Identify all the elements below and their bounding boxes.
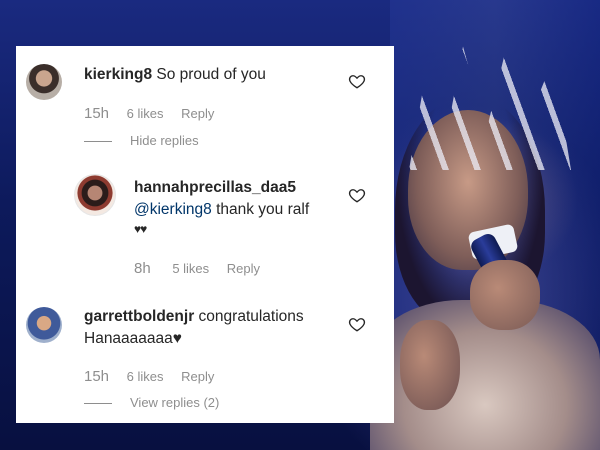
comment-emoji: ♥♥ <box>134 222 147 236</box>
avatar[interactable] <box>74 174 116 216</box>
avatar[interactable] <box>26 64 62 100</box>
heart-outline-icon[interactable] <box>348 72 366 90</box>
performer-hand-left <box>400 320 460 410</box>
avatar[interactable] <box>26 307 62 343</box>
comment-text: @kierking8 thank you ralf <box>134 201 309 219</box>
comment-username[interactable]: kierking8 <box>84 66 152 83</box>
heart-outline-icon[interactable] <box>348 315 366 333</box>
comment-body: thank you ralf <box>216 201 310 218</box>
heart-outline-icon[interactable] <box>348 186 366 204</box>
view-replies-button[interactable]: View replies (2) <box>84 395 219 410</box>
comment-text: kierking8 So proud of you <box>84 66 266 84</box>
divider-line <box>84 403 112 405</box>
comment-username[interactable]: hannahprecillas_daa5 <box>134 179 296 196</box>
divider-line <box>84 141 112 143</box>
replies-toggle-label: View replies (2) <box>130 395 220 410</box>
mention-link[interactable]: @kierking8 <box>134 201 212 218</box>
comment-text: garrettboldenjr congratulations <box>84 308 304 326</box>
replies-toggle-label: Hide replies <box>130 133 199 148</box>
comment-username-line: hannahprecillas_daa5 <box>134 179 296 197</box>
reply-button[interactable]: Reply <box>181 369 214 384</box>
comment-meta: 8h 5 likes Reply <box>134 260 260 277</box>
likes-count[interactable]: 6 likes <box>127 369 164 384</box>
comment-username[interactable]: garrettboldenjr <box>84 308 194 325</box>
comment-time: 15h <box>84 368 110 385</box>
comment-time: 15h <box>84 105 110 122</box>
comment-body: congratulations <box>198 308 304 325</box>
reply-button[interactable]: Reply <box>227 261 260 276</box>
comment-meta: 15h 6 likes Reply <box>84 368 214 385</box>
comment-time: 8h <box>134 260 151 277</box>
comment-body-line2: Hanaaaaaaa♥ <box>84 330 182 347</box>
comments-panel: kierking8 So proud of you 15h 6 likes Re… <box>16 46 394 423</box>
hide-replies-button[interactable]: Hide replies <box>84 133 199 148</box>
comment-meta: 15h 6 likes Reply <box>84 105 214 122</box>
comment-body: So proud of you <box>156 66 266 83</box>
likes-count[interactable]: 5 likes <box>172 261 209 276</box>
reply-button[interactable]: Reply <box>181 106 214 121</box>
performer-hand <box>470 260 540 330</box>
likes-count[interactable]: 6 likes <box>127 106 164 121</box>
